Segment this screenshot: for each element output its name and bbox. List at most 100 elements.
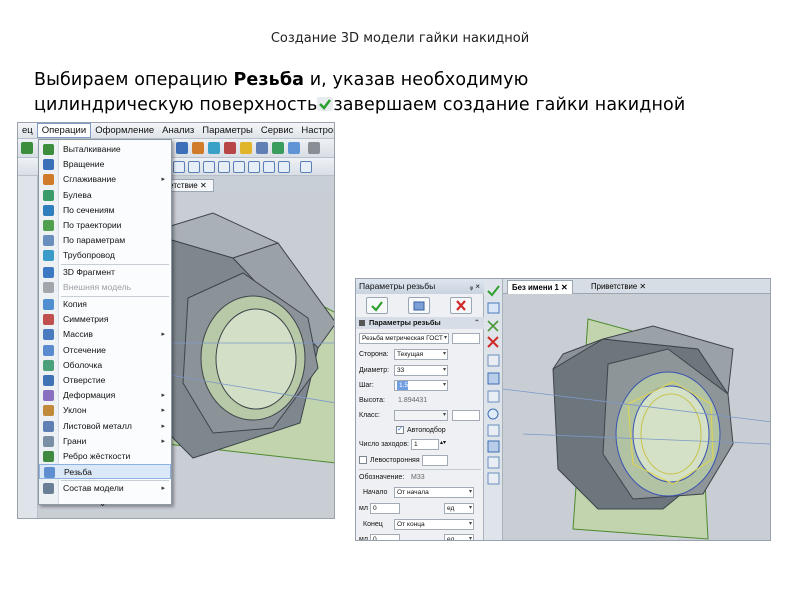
toolbar-more-icon[interactable] — [308, 142, 320, 154]
copy-icon — [43, 299, 54, 310]
fit-view-icon[interactable] — [278, 161, 290, 173]
menu-item-14[interactable]: Отсечение — [39, 343, 171, 358]
starts-field[interactable]: 1 — [411, 439, 439, 450]
pitch-label: Шаг: — [359, 382, 374, 389]
menu-formatting[interactable]: Оформление — [91, 125, 158, 136]
lefthand-checkbox[interactable] — [359, 456, 367, 464]
lefthand-extra-field[interactable] — [422, 455, 448, 466]
view-icon[interactable] — [176, 142, 188, 154]
menu-item-11[interactable]: Копия — [39, 297, 171, 312]
panel-header: Параметры резьбы ᵩ × — [356, 279, 484, 294]
start-select[interactable]: От начала — [394, 487, 474, 498]
menu-item-8[interactable]: Трубопровод — [39, 248, 171, 263]
menu-item-17[interactable]: Деформация ▸ — [39, 388, 171, 403]
menu-item-19[interactable]: Листовой металл ▸ — [39, 419, 171, 434]
shield-icon[interactable] — [240, 142, 252, 154]
menu-operations[interactable]: Операции — [36, 123, 92, 138]
menu-item-label: Симметрия — [63, 314, 109, 325]
menu-item-23[interactable]: Состав модели ▸ — [39, 481, 171, 496]
line2-pre: цилиндрическую поверхность — [34, 95, 318, 115]
thread-operation-name: Резьба — [233, 70, 305, 90]
autoselect-checkbox[interactable]: ✓ — [396, 426, 404, 434]
undo-icon[interactable] — [21, 142, 33, 154]
menu-item-18[interactable]: Уклон ▸ — [39, 403, 171, 418]
viewport-3d-right: A — [502, 294, 770, 540]
menu-item-5[interactable]: По сечениям — [39, 203, 171, 218]
orientation-icon[interactable] — [272, 142, 284, 154]
menu-file-partial[interactable]: ец — [18, 125, 37, 136]
rotate-view-icon[interactable] — [208, 142, 220, 154]
menu-item-4[interactable]: Булева — [39, 188, 171, 203]
start-offset-field[interactable]: 0 — [370, 503, 400, 514]
thread-type-extra-field[interactable] — [452, 333, 480, 344]
end-select[interactable]: От конца — [394, 519, 474, 530]
wireframe-icon[interactable] — [173, 161, 185, 173]
menu-item-1[interactable]: Выталкивание — [39, 142, 171, 157]
menu-item-label: Грани — [63, 435, 87, 446]
menu-item-20[interactable]: Грани ▸ — [39, 434, 171, 449]
pitch-value[interactable]: 1.5 — [397, 381, 409, 390]
tab-untitled-1[interactable]: Без имени 1 ✕ — [507, 280, 573, 294]
refresh-icon[interactable] — [224, 142, 236, 154]
class-extra-field[interactable] — [452, 410, 480, 421]
deform-icon — [43, 390, 54, 402]
cancel-button[interactable] — [450, 297, 472, 314]
class-select[interactable] — [394, 410, 448, 421]
loft-icon — [43, 204, 54, 216]
menu-item-label: Внешняя модель — [63, 282, 132, 293]
close-icon — [456, 300, 466, 311]
menu-item-label: Деформация — [63, 390, 116, 401]
zoom-view-icon[interactable] — [263, 161, 275, 173]
pitch-field[interactable]: 1.5 — [394, 380, 448, 391]
start-prefix: мл — [359, 505, 368, 512]
menu-item-22[interactable]: Резьба — [39, 464, 171, 480]
menu-item-13[interactable]: Массив ▸ — [39, 327, 171, 342]
menu-item-2[interactable]: Вращение — [39, 157, 171, 172]
menu-item-15[interactable]: Оболочка — [39, 358, 171, 373]
menu-item-21[interactable]: Ребро жёсткости — [39, 449, 171, 464]
menu-item-6[interactable]: По траектории — [39, 218, 171, 233]
menu-item-3[interactable]: Сглаживание ▸ — [39, 172, 171, 187]
create-object-button[interactable] — [366, 297, 388, 314]
params-icon — [43, 235, 54, 247]
menu-item-label: Отсечение — [63, 344, 106, 355]
grid-view-icon[interactable] — [248, 161, 260, 173]
menu-settings[interactable]: Настройка — [297, 125, 334, 136]
menu-item-label: По параметрам — [63, 235, 126, 246]
display-mode-icon[interactable] — [256, 142, 268, 154]
hole-icon — [43, 375, 54, 386]
menu-expand-more[interactable]: ⌄ — [39, 496, 171, 511]
class-label: Класс: — [359, 412, 380, 419]
menu-item-7[interactable]: По параметрам — [39, 233, 171, 248]
menu-item-label: Ребро жёсткости — [63, 451, 131, 461]
menu-service[interactable]: Сервис — [257, 125, 298, 136]
menu-analysis[interactable]: Анализ — [158, 125, 198, 136]
section-view-icon[interactable] — [233, 161, 245, 173]
diameter-field[interactable]: 33 — [394, 365, 448, 376]
end-offset-field[interactable]: 0 — [370, 534, 400, 540]
menu-parameters[interactable]: Параметры — [198, 125, 257, 136]
section-title: Параметры резьбы — [369, 318, 441, 327]
submenu-arrow-icon: ▸ — [161, 392, 165, 400]
starts-stepper[interactable]: ▴▾ — [440, 438, 446, 449]
menu-item-16[interactable]: Отверстие — [39, 373, 171, 388]
thread-type-select[interactable]: Резьба метрическая ГОСТ — [359, 333, 449, 344]
side-select[interactable]: Текущая — [394, 349, 448, 360]
display-icon[interactable] — [300, 161, 312, 173]
start-unit-select[interactable]: ед — [444, 503, 474, 514]
vertical-toolbar — [484, 279, 503, 540]
shaded-icon[interactable] — [203, 161, 215, 173]
section-header[interactable]: Параметры резьбы ⌃ — [356, 317, 484, 329]
shaded-edges-icon[interactable] — [218, 161, 230, 173]
perspective-icon[interactable] — [288, 142, 300, 154]
fragment-icon — [43, 267, 54, 279]
help-button[interactable] — [408, 297, 430, 314]
tab-welcome[interactable]: Приветствие ✕ — [587, 280, 650, 294]
menu-item-12[interactable]: Симметрия — [39, 312, 171, 327]
submenu-arrow-icon: ▸ — [161, 422, 165, 430]
hidden-lines-icon[interactable] — [188, 161, 200, 173]
axis-icon[interactable] — [192, 142, 204, 154]
end-unit-select[interactable]: ед — [444, 534, 474, 540]
panel-pin-close[interactable]: ᵩ × — [470, 279, 480, 294]
menu-item-9[interactable]: 3D Фрагмент — [39, 265, 171, 280]
